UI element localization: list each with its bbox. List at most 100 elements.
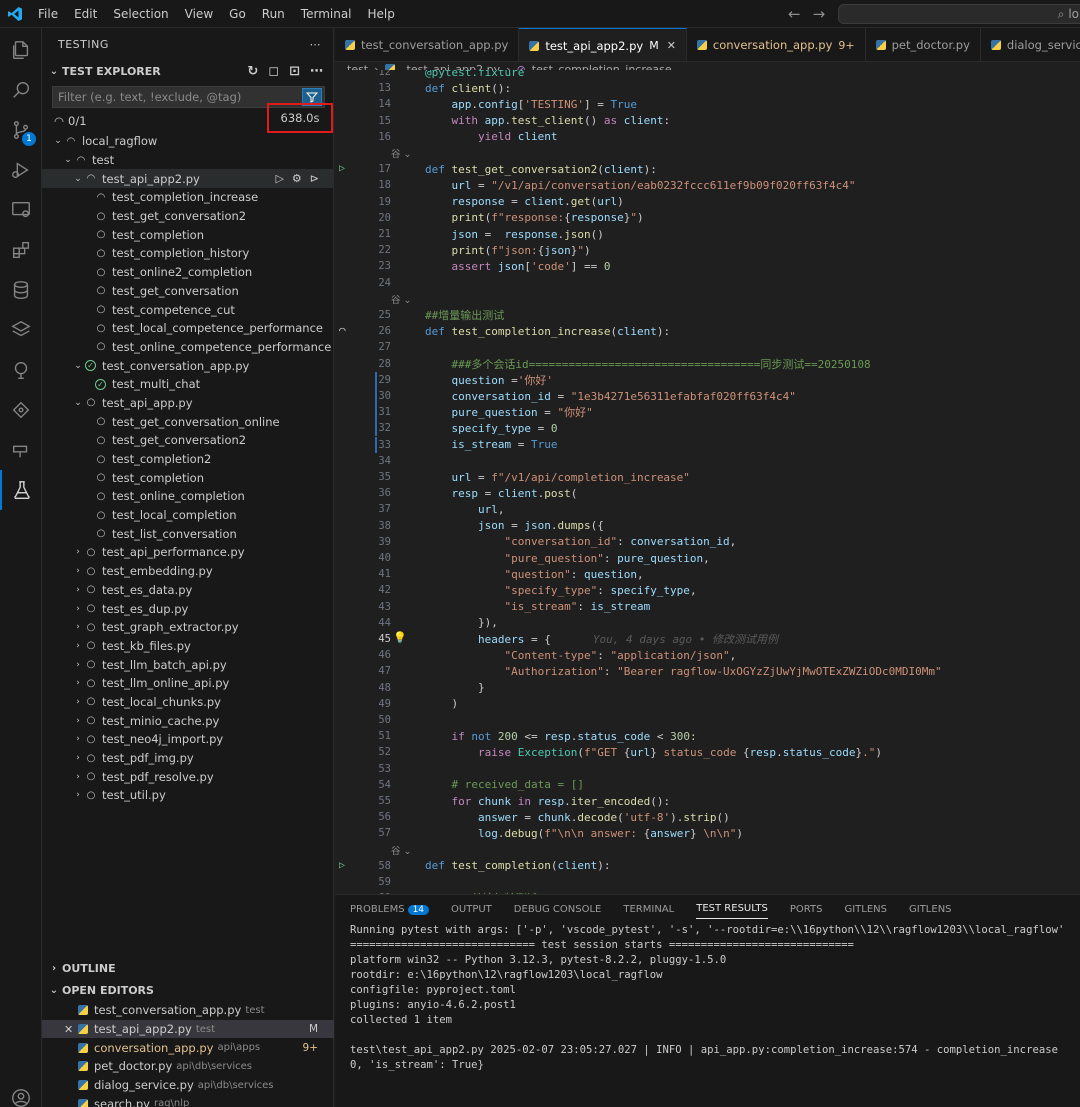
remote-explorer-icon[interactable] <box>0 190 42 230</box>
test-tree-item[interactable]: ✓ test_multi_chat <box>42 375 333 394</box>
chevron-right-icon[interactable]: › <box>72 660 84 670</box>
test-tree-item[interactable]: › ○ test_pdf_img.py <box>42 749 333 768</box>
chevron-right-icon[interactable]: › <box>72 734 84 744</box>
test-tree-item[interactable]: ⌄ ◠ test_api_app2.py ▷ ⚙ ⊳ <box>42 169 333 189</box>
chevron-right-icon[interactable]: › <box>72 604 84 614</box>
test-tree-item[interactable]: ○ test_online_competence_performance <box>42 338 333 357</box>
test-tree-item[interactable]: ○ test_completion_history <box>42 244 333 263</box>
more-actions-icon[interactable]: ⋯ <box>310 38 322 51</box>
test-tree-item[interactable]: ○ test_completion <box>42 468 333 487</box>
code-editor[interactable]: 12 @pytest.fixture 13 def client(): 14 app.c… <box>335 70 1080 894</box>
chevron-right-icon[interactable]: › <box>72 622 84 632</box>
run-coverage-icon[interactable]: ⊳ <box>310 172 319 185</box>
test-tree-item[interactable]: › ○ test_neo4j_import.py <box>42 730 333 749</box>
test-tree-item[interactable]: ○ test_get_conversation2 <box>42 431 333 450</box>
panel-tab-gitlens[interactable]: GITLENS <box>844 904 887 915</box>
test-tree-item[interactable]: ○ test_online2_completion <box>42 263 333 282</box>
test-results-output[interactable]: Running pytest with args: ['-p', 'vscode… <box>335 923 1080 1073</box>
panel-tab-debug-console[interactable]: DEBUG CONSOLE <box>514 904 602 915</box>
chevron-right-icon[interactable]: › <box>72 753 84 763</box>
filter-input[interactable]: Filter (e.g. text, !exclude, @tag) <box>53 90 302 104</box>
chevron-right-icon[interactable]: › <box>72 790 84 800</box>
chevron-right-icon[interactable]: › <box>72 716 84 726</box>
test-tree-item[interactable]: › ○ test_kb_files.py <box>42 637 333 656</box>
more-icon[interactable]: ⋯ <box>310 64 323 79</box>
panel-tab-test-results[interactable]: TEST RESULTS <box>696 903 768 919</box>
test-tree-item[interactable]: ○ test_get_conversation2 <box>42 207 333 226</box>
test-tree-item[interactable]: ○ test_local_competence_performance <box>42 319 333 338</box>
test-tree-item[interactable]: › ○ test_util.py <box>42 786 333 805</box>
open-editor-item[interactable]: dialog_service.py api\db\services <box>42 1076 334 1095</box>
test-tree-item[interactable]: › ○ test_embedding.py <box>42 562 333 581</box>
test-tree-item[interactable]: › ○ test_llm_batch_api.py <box>42 655 333 674</box>
chevron-right-icon[interactable]: › <box>72 678 84 688</box>
test-tree-item[interactable]: ○ test_completion2 <box>42 450 333 469</box>
open-editors-header[interactable]: ⌄ OPEN EDITORS <box>42 979 334 1001</box>
chevron-down-icon[interactable]: ⌄ <box>72 361 84 371</box>
stop-tests-icon[interactable]: ◻ <box>268 64 279 79</box>
open-editor-item[interactable]: conversation_app.py api\apps 9+ <box>42 1038 334 1057</box>
forward-arrow-icon[interactable]: → <box>813 5 826 23</box>
refresh-tests-icon[interactable]: ↻ <box>247 64 258 79</box>
menu-terminal[interactable]: Terminal <box>293 0 360 28</box>
test-tree-item[interactable]: ○ test_local_completion <box>42 506 333 525</box>
test-tree-item[interactable]: ⌄ ○ test_api_app.py <box>42 394 333 413</box>
test-tree-item[interactable]: ○ test_list_conversation <box>42 524 333 543</box>
chevron-down-icon[interactable]: ⌄ <box>72 174 84 184</box>
database-icon[interactable] <box>0 270 42 310</box>
test-tree-item[interactable]: › ○ test_es_dup.py <box>42 599 333 618</box>
gitlens-icon[interactable] <box>0 390 42 430</box>
test-tree-item[interactable]: ○ test_completion <box>42 225 333 244</box>
test-tree-item[interactable]: ◠ test_completion_increase <box>42 188 333 207</box>
test-tree-item[interactable]: › ○ test_minio_cache.py <box>42 711 333 730</box>
test-tree-item[interactable]: › ○ test_graph_extractor.py <box>42 618 333 637</box>
panel-tab-gitlens[interactable]: GITLENS <box>909 904 952 915</box>
test-tree-item[interactable]: › ○ test_local_chunks.py <box>42 693 333 712</box>
test-tree-item[interactable]: ⌄ ◠ test <box>42 151 333 170</box>
command-center-search[interactable]: ⌕ lo <box>838 4 1080 24</box>
chevron-down-icon[interactable]: ⌄ <box>62 155 74 165</box>
test-tree-item[interactable]: › ○ test_api_performance.py <box>42 543 333 562</box>
source-control-icon[interactable]: 1 <box>0 110 42 150</box>
chevron-down-icon[interactable]: ⌄ <box>52 136 64 146</box>
chevron-down-icon[interactable]: ⌄ <box>72 398 84 408</box>
chevron-right-icon[interactable]: › <box>72 641 84 651</box>
menu-selection[interactable]: Selection <box>105 0 176 28</box>
test-tree-item[interactable]: › ○ test_llm_online_api.py <box>42 674 333 693</box>
test-tree-item[interactable]: › ○ test_pdf_resolve.py <box>42 767 333 786</box>
testing-flask-icon[interactable] <box>0 470 42 510</box>
menu-file[interactable]: File <box>30 0 66 28</box>
editor-tab[interactable]: dialog_service.py <box>981 28 1080 61</box>
test-tree-item[interactable]: ○ test_competence_cut <box>42 300 333 319</box>
back-arrow-icon[interactable]: ← <box>788 5 801 23</box>
test-tree-item[interactable]: ○ test_get_conversation <box>42 282 333 301</box>
extensions-icon[interactable] <box>0 230 42 270</box>
open-editor-item[interactable]: test_conversation_app.py test <box>42 1001 334 1020</box>
debug-test-icon[interactable]: ⚙ <box>292 172 302 185</box>
run-test-gutter-icon[interactable]: ▷ <box>339 163 345 174</box>
menu-help[interactable]: Help <box>360 0 403 28</box>
test-tree-item[interactable]: ⌄ ◠ local_ragflow <box>42 132 333 151</box>
open-editor-item[interactable]: search.py rag\nlp <box>42 1094 334 1107</box>
docker-icon[interactable] <box>0 350 42 390</box>
explorer-icon[interactable] <box>0 30 42 70</box>
panel-tab-output[interactable]: OUTPUT <box>451 904 492 915</box>
run-debug-icon[interactable] <box>0 150 42 190</box>
run-test-gutter-icon[interactable]: ▷ <box>339 860 345 871</box>
layers-icon[interactable] <box>0 310 42 350</box>
gitlens-inspect-icon[interactable] <box>0 430 42 470</box>
editor-tab[interactable]: pet_doctor.py <box>866 28 981 61</box>
chevron-right-icon[interactable]: › <box>72 547 84 557</box>
close-icon[interactable]: ✕ <box>64 1023 78 1036</box>
run-test-icon[interactable]: ▷ <box>275 172 283 185</box>
test-tree-item[interactable]: ○ test_get_conversation_online <box>42 412 333 431</box>
chevron-right-icon[interactable]: › <box>72 566 84 576</box>
editor-tab[interactable]: conversation_app.py 9+ <box>687 28 866 61</box>
show-output-icon[interactable]: ⊡ <box>289 64 300 79</box>
panel-tab-ports[interactable]: PORTS <box>790 904 823 915</box>
lightbulb-icon[interactable]: 💡 <box>393 631 407 644</box>
editor-tab[interactable]: test_api_app2.py M ✕ <box>519 28 687 61</box>
test-tree-item[interactable]: ⌄ ✓ test_conversation_app.py <box>42 356 333 375</box>
editor-tab[interactable]: test_conversation_app.py <box>335 28 520 61</box>
test-tree-item[interactable]: ○ test_online_completion <box>42 487 333 506</box>
